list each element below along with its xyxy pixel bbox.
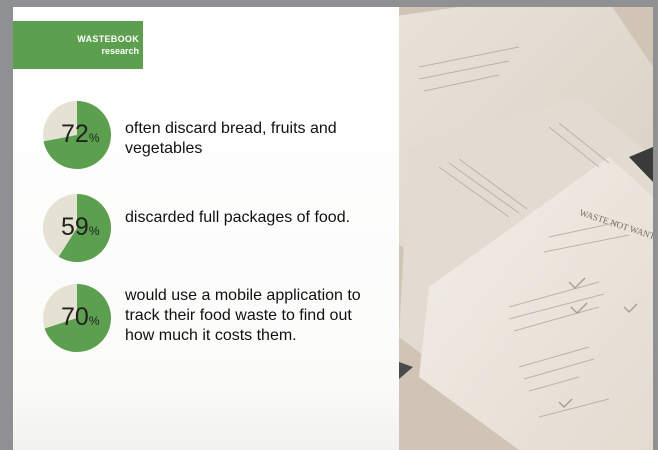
stat-description: would use a mobile application to track … — [125, 287, 361, 344]
stat-item: 72% often discard bread, fruits and vege… — [41, 99, 391, 173]
stat-number: 59% — [61, 213, 100, 241]
content-panel: WASTEBOOK research 72% often discard bre… — [13, 7, 399, 450]
badge-title: WASTEBOOK — [77, 34, 139, 44]
stat-description: often discard bread, fruits and vegetabl… — [125, 120, 337, 157]
stat-item: 70% would use a mobile application to tr… — [41, 282, 391, 356]
stat-item: 59% discarded full packages of food. — [41, 192, 391, 266]
stat-number: 70% — [61, 303, 100, 331]
slide: WASTEBOOK research 72% often discard bre… — [13, 7, 653, 450]
stat-description: discarded full packages of food. — [125, 209, 351, 226]
survey-papers-photo: WASTE NOT WANT — [399, 7, 653, 450]
stat-number: 72% — [61, 120, 100, 148]
wastebook-research-badge: WASTEBOOK research — [13, 21, 143, 69]
badge-subtitle: research — [101, 46, 139, 56]
